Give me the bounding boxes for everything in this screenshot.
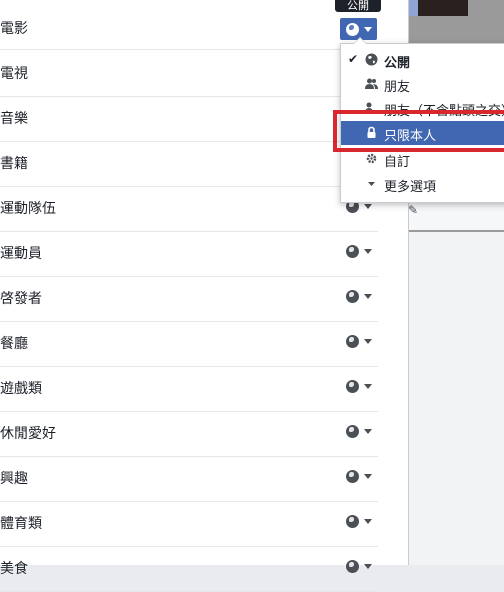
globe-icon — [346, 425, 359, 438]
list-item: 運動員 — [0, 231, 378, 277]
chevron-down-icon — [364, 339, 372, 344]
checkmark-icon: ✔ — [348, 52, 359, 66]
list-item: 電視 — [0, 51, 378, 97]
list-item: 休閒愛好 — [0, 411, 378, 457]
caret-down-icon — [368, 182, 375, 186]
category-label: 啓發者 — [0, 291, 42, 307]
globe-icon — [346, 290, 359, 303]
category-label: 電影 — [0, 21, 28, 37]
privacy-selector[interactable] — [346, 245, 372, 258]
category-label: 體育類 — [0, 516, 42, 532]
privacy-selector[interactable] — [346, 335, 372, 348]
chevron-down-icon — [364, 384, 372, 389]
chevron-down-icon — [364, 429, 372, 434]
chevron-down-icon — [364, 474, 372, 479]
globe-icon — [346, 470, 359, 483]
chevron-down-icon — [364, 204, 372, 209]
list-item: 美食 — [0, 546, 378, 592]
privacy-selector[interactable] — [346, 560, 372, 573]
privacy-selector[interactable] — [346, 515, 372, 528]
gear-icon — [366, 153, 377, 164]
profile-photo-thumb — [418, 0, 468, 16]
privacy-tooltip: 公開 — [335, 0, 381, 12]
category-label: 運動員 — [0, 246, 42, 262]
category-label: 餐廳 — [0, 336, 28, 352]
globe-icon — [346, 245, 359, 258]
friends-icon — [365, 78, 378, 89]
chevron-down-icon — [364, 519, 372, 524]
category-label: 音樂 — [0, 111, 28, 127]
menu-item-more-options[interactable]: 更多選項 — [341, 172, 504, 196]
category-label: 興趣 — [0, 471, 28, 487]
globe-icon — [365, 53, 378, 66]
menu-item-public[interactable]: ✔ 公開 — [341, 48, 504, 72]
annotation-highlight-box — [333, 110, 504, 152]
right-card — [408, 232, 504, 565]
list-item: 書籍 — [0, 141, 378, 187]
globe-icon — [346, 335, 359, 348]
globe-icon — [346, 380, 359, 393]
category-label: 電視 — [0, 66, 28, 82]
list-item: 興趣 — [0, 456, 378, 502]
category-label: 美食 — [0, 561, 28, 577]
category-label: 休閒愛好 — [0, 426, 56, 442]
privacy-selector[interactable] — [346, 380, 372, 393]
category-label: 書籍 — [0, 156, 28, 172]
list-item: 遊戲類 — [0, 366, 378, 412]
edit-pencil-icon[interactable]: ✎ — [408, 203, 422, 225]
chevron-down-icon — [364, 249, 372, 254]
category-label: 遊戲類 — [0, 381, 42, 397]
list-item: 運動隊伍 — [0, 186, 378, 232]
list-item: 音樂 — [0, 96, 378, 142]
list-item: 體育類 — [0, 501, 378, 547]
globe-icon — [345, 22, 359, 36]
right-card — [408, 200, 504, 230]
chevron-down-icon — [364, 294, 372, 299]
list-item: 電影 — [0, 4, 378, 50]
privacy-selector[interactable] — [346, 290, 372, 303]
globe-icon — [346, 560, 359, 573]
privacy-selector[interactable] — [346, 425, 372, 438]
privacy-selector[interactable] — [346, 470, 372, 483]
globe-icon — [346, 515, 359, 528]
list-item: 餐廳 — [0, 321, 378, 367]
chevron-down-icon — [363, 26, 372, 32]
list-item: 啓發者 — [0, 276, 378, 322]
menu-item-friends[interactable]: 朋友 — [341, 72, 504, 96]
category-label: 運動隊伍 — [0, 201, 56, 217]
